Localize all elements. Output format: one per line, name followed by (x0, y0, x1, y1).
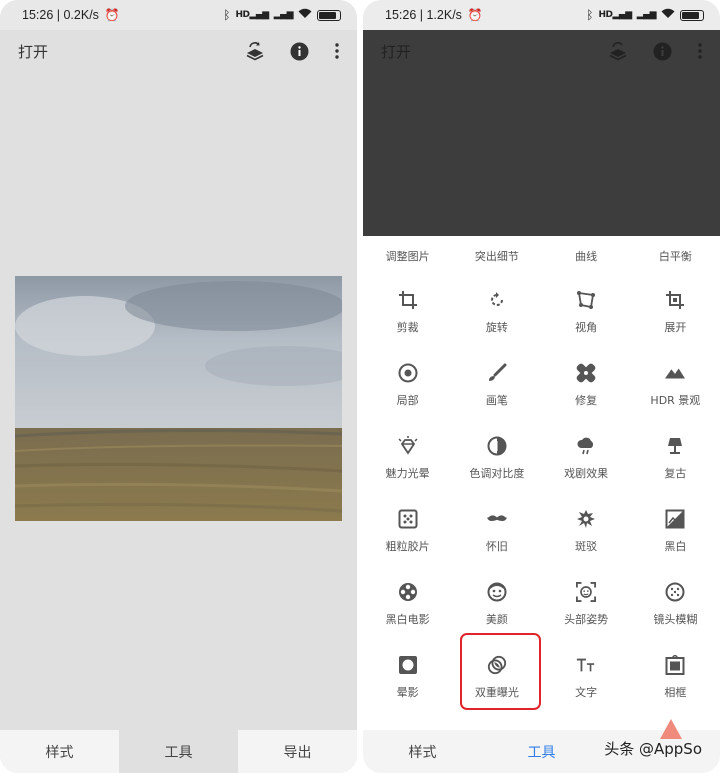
tool-details[interactable]: 突出细节 (452, 248, 541, 264)
status-time: 15:26 | 0.2K/s (22, 8, 99, 22)
expand-icon (665, 290, 685, 310)
crop-icon (398, 290, 418, 310)
more-vert-icon[interactable] (698, 43, 702, 59)
tool-hdr[interactable]: HDR 景观 (631, 349, 720, 422)
tool-vignette[interactable]: 晕影 (363, 641, 452, 714)
status-time: 15:26 | 1.2K/s (385, 8, 462, 22)
status-bar: 15:26 | 1.2K/s ⏰ ᛒ HD▂▄▆ ▂▄▆ (363, 0, 720, 30)
retrolux-icon (486, 509, 507, 529)
bluetooth-icon: ᛒ (586, 8, 594, 22)
grunge-icon (576, 509, 596, 529)
tool-text[interactable]: 文字 (542, 641, 631, 714)
tools-panel: 调整图片 突出细节 曲线 白平衡 剪裁 旋转 视角 展开 局部 画笔 修复 HD… (363, 236, 720, 730)
tool-healing[interactable]: 修复 (542, 349, 631, 422)
head-pose-icon (576, 582, 597, 602)
layers-history-icon[interactable] (246, 41, 264, 61)
drama-icon (576, 436, 596, 456)
noir-icon (398, 582, 418, 602)
tool-face[interactable]: 美颜 (452, 568, 541, 641)
tab-styles[interactable]: 样式 (363, 730, 482, 773)
tools-grid: 剪裁 旋转 视角 展开 局部 画笔 修复 HDR 景观 魅力光晕 色调对比度 戏… (363, 276, 720, 714)
vignette-icon (398, 655, 418, 675)
landscape-photo (15, 276, 342, 521)
signal-icon-2: ▂▄▆ (273, 10, 294, 20)
highlight-box (460, 633, 541, 710)
tonal-contrast-icon (487, 436, 507, 456)
rotate-icon (487, 290, 507, 310)
tool-curves[interactable]: 曲线 (542, 248, 631, 264)
tool-expand[interactable]: 展开 (631, 276, 720, 349)
grainy-film-icon (398, 509, 418, 529)
wifi-icon (661, 8, 675, 22)
tool-brush[interactable]: 画笔 (452, 349, 541, 422)
vintage-icon (665, 436, 685, 456)
battery-icon (317, 9, 341, 21)
tool-head-pose[interactable]: 头部姿势 (542, 568, 631, 641)
bluetooth-icon: ᛒ (223, 8, 231, 22)
tool-retrolux[interactable]: 怀旧 (452, 495, 541, 568)
brush-icon (487, 363, 507, 383)
watermark: 头条 @AppSo (604, 719, 702, 759)
tool-noir[interactable]: 黑白电影 (363, 568, 452, 641)
selective-icon (398, 363, 418, 383)
lens-blur-icon (665, 582, 685, 602)
more-vert-icon[interactable] (335, 43, 339, 59)
signal-icon: HD▂▄▆ (598, 10, 632, 20)
tab-tools[interactable]: 工具 (482, 730, 601, 773)
dimmed-canvas: 打开 (363, 30, 720, 236)
frames-icon (665, 655, 685, 675)
tool-black-white[interactable]: 黑白 (631, 495, 720, 568)
tool-rotate[interactable]: 旋转 (452, 276, 541, 349)
tool-glamour-glow[interactable]: 魅力光晕 (363, 422, 452, 495)
alarm-icon: ⏰ (467, 8, 483, 22)
signal-icon-2: ▂▄▆ (636, 10, 657, 20)
battery-icon (680, 9, 704, 21)
tool-lens-blur[interactable]: 镜头模糊 (631, 568, 720, 641)
layers-history-icon[interactable] (609, 41, 627, 61)
glamour-glow-icon (398, 436, 418, 456)
alarm-icon: ⏰ (104, 8, 120, 22)
tool-selective[interactable]: 局部 (363, 349, 452, 422)
tab-tools[interactable]: 工具 (119, 730, 238, 773)
tool-grainy-film[interactable]: 粗粒胶片 (363, 495, 452, 568)
appso-logo-icon (660, 719, 682, 739)
tool-drama[interactable]: 戏剧效果 (542, 422, 631, 495)
tool-tune-image[interactable]: 调整图片 (363, 248, 452, 264)
info-icon[interactable] (653, 42, 672, 61)
tool-perspective[interactable]: 视角 (542, 276, 631, 349)
tool-white-balance[interactable]: 白平衡 (631, 248, 720, 264)
info-icon[interactable] (290, 42, 309, 61)
app-bar: 打开 (0, 30, 357, 72)
bottom-nav: 样式 工具 导出 (0, 730, 357, 773)
face-icon (487, 582, 507, 602)
right-screen: 15:26 | 1.2K/s ⏰ ᛒ HD▂▄▆ ▂▄▆ 打开 调整图片 突出细… (363, 0, 720, 773)
left-screen: 15:26 | 0.2K/s ⏰ ᛒ HD▂▄▆ ▂▄▆ 打开 样式 工具 导出 (0, 0, 357, 773)
hdr-icon (665, 363, 686, 383)
tool-frames[interactable]: 相框 (631, 641, 720, 714)
tools-top-row: 调整图片 突出细节 曲线 白平衡 (363, 236, 720, 276)
wifi-icon (298, 8, 312, 22)
open-button[interactable]: 打开 (18, 41, 48, 62)
text-icon (576, 655, 596, 675)
tab-export[interactable]: 导出 (238, 730, 357, 773)
open-button[interactable]: 打开 (381, 41, 411, 62)
signal-icon: HD▂▄▆ (235, 10, 269, 20)
status-bar: 15:26 | 0.2K/s ⏰ ᛒ HD▂▄▆ ▂▄▆ (0, 0, 357, 30)
healing-icon (576, 363, 596, 383)
tool-grunge[interactable]: 斑驳 (542, 495, 631, 568)
tab-styles[interactable]: 样式 (0, 730, 119, 773)
tool-tonal-contrast[interactable]: 色调对比度 (452, 422, 541, 495)
black-white-icon (665, 509, 685, 529)
tool-vintage[interactable]: 复古 (631, 422, 720, 495)
perspective-icon (576, 290, 596, 310)
tool-crop[interactable]: 剪裁 (363, 276, 452, 349)
app-bar: 打开 (363, 30, 720, 72)
